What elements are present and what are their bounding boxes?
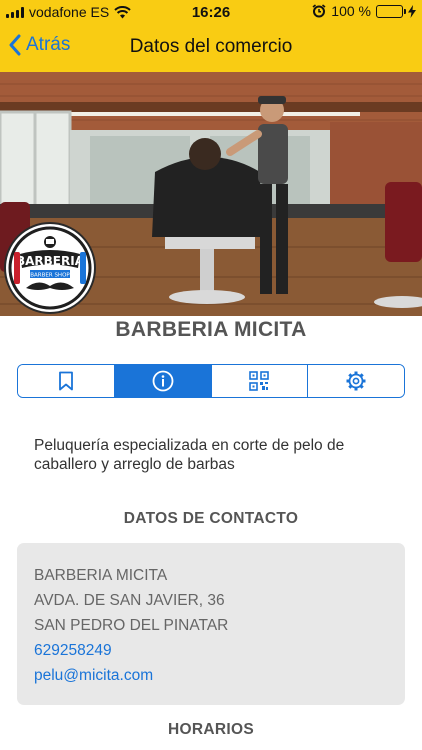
contact-city: SAN PEDRO DEL PINATAR	[34, 617, 229, 634]
alarm-icon	[312, 4, 326, 18]
info-icon	[152, 370, 174, 392]
status-right-group: 100 %	[312, 3, 416, 19]
page-title: Datos del comercio	[129, 36, 293, 57]
navigation-bar: Atrás Datos del comercio	[0, 24, 422, 72]
battery-percent: 100 %	[331, 3, 371, 19]
segmented-tabs	[17, 364, 405, 398]
logo-brand: BARBERIA	[16, 254, 85, 268]
contact-name: BARBERIA MICITA	[34, 567, 168, 584]
contact-address: AVDA. DE SAN JAVIER, 36	[34, 592, 225, 609]
bookmark-icon	[58, 371, 73, 391]
contact-phone-link[interactable]: 629258249	[34, 638, 388, 663]
battery-icon	[376, 4, 406, 18]
qr-code-icon	[249, 371, 270, 391]
contact-email-link[interactable]: pelu@micita.com	[34, 663, 388, 688]
charging-icon	[408, 4, 416, 18]
tab-info[interactable]	[114, 365, 212, 397]
status-bar: vodafone ES 16:26 100 %	[0, 0, 422, 24]
top-bar: vodafone ES 16:26 100 % Atrás Datos del …	[0, 0, 422, 72]
gear-icon	[346, 371, 366, 391]
tab-settings[interactable]	[308, 365, 404, 397]
tab-favorite[interactable]	[18, 365, 115, 397]
contact-card: BARBERIA MICITA AVDA. DE SAN JAVIER, 36 …	[17, 543, 405, 705]
tab-qr-code[interactable]	[211, 365, 309, 397]
shop-description: Peluquería especializada en corte de pel…	[34, 437, 345, 473]
schedule-section-title: HORARIOS	[168, 721, 254, 738]
shop-name: BARBERIA MICITA	[115, 318, 307, 341]
shop-logo: BARBERIA BARBER SHOP	[4, 222, 96, 314]
logo-tagline: BARBER SHOP	[30, 273, 70, 279]
contact-section-title: DATOS DE CONTACTO	[123, 510, 299, 527]
